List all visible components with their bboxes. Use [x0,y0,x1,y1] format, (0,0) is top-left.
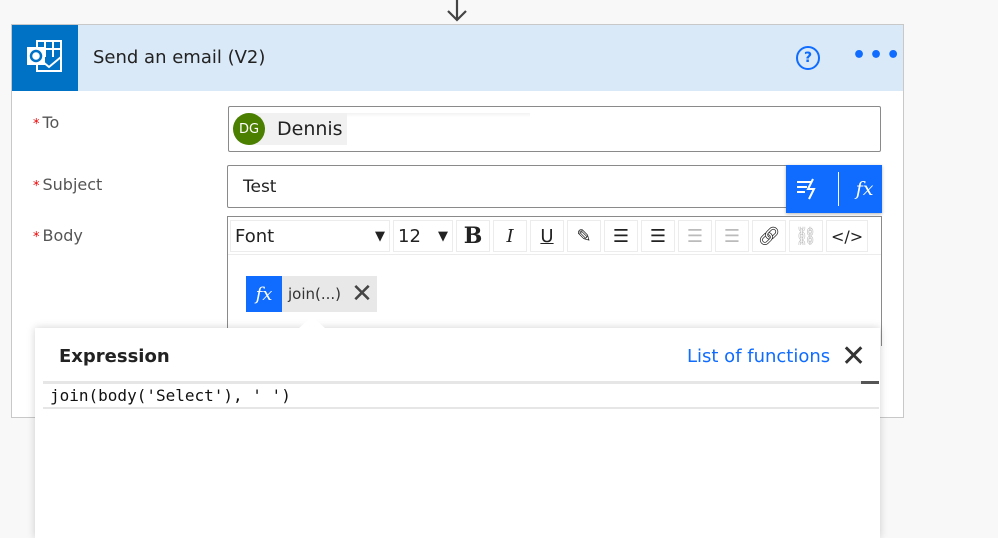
expression-title: Expression [59,346,170,367]
indent-icon[interactable]: ☰ [678,220,712,252]
fx-icon: fx [246,276,282,312]
font-value: Font [235,225,275,247]
action-header[interactable]: Send an email (V2) ? ••• [12,25,903,91]
expression-fx-icon[interactable]: fx [856,178,874,200]
dynamic-content-panel: fx [786,165,882,213]
font-size-dropdown[interactable]: 12 ▼ [393,220,453,252]
token-label: join(...) [288,285,342,303]
divider [228,254,881,255]
expression-popup: Expression List of functions ✕ join(body… [35,328,880,538]
required-marker: * [33,230,40,245]
scrollbar[interactable] [861,381,879,384]
expression-token[interactable]: fx join(...) ✕ [246,276,378,312]
arrow-down-icon [447,0,467,22]
numbered-list-icon[interactable]: ☰ [641,220,675,252]
recipient-name: Dennis [277,118,343,140]
subject-input[interactable]: Test [227,165,881,208]
chevron-down-icon: ▼ [438,228,448,244]
action-title: Send an email (V2) [93,47,266,68]
subject-label-text: Subject [42,175,103,194]
outlook-icon [12,25,78,91]
underline-button[interactable]: U [530,220,564,252]
list-of-functions-link[interactable]: List of functions [687,346,830,367]
recipient-chip[interactable]: DG Dennis [233,113,347,145]
subject-value: Test [243,177,277,197]
link-icon[interactable]: 🔗︎ [752,220,786,252]
required-marker: * [33,179,40,194]
body-label-text: Body [42,226,83,245]
editor-toolbar: Font ▼ 12 ▼ B I U ✎ ☰ ☰ ☰ ☰ 🔗︎ ⛓︎ </> [230,220,869,252]
to-label-text: To [42,113,60,132]
more-options-icon[interactable]: ••• [852,43,903,68]
chevron-down-icon: ▼ [375,228,385,244]
unlink-icon[interactable]: ⛓︎ [789,220,823,252]
divider [837,172,839,206]
highlight-pen-icon[interactable]: ✎ [567,220,601,252]
dynamic-content-icon[interactable] [795,177,821,201]
popup-pointer [298,316,326,329]
font-dropdown[interactable]: Font ▼ [230,220,390,252]
bullet-list-icon[interactable]: ☰ [604,220,638,252]
expression-input[interactable]: join(body('Select'), ' ') [43,381,879,409]
avatar: DG [233,113,265,145]
close-icon[interactable]: ✕ [347,276,377,312]
subject-label: * Subject [33,175,102,194]
body-label: * Body [33,226,83,245]
close-icon[interactable]: ✕ [841,339,866,374]
outdent-icon[interactable]: ☰ [715,220,749,252]
to-field[interactable]: DG Dennis [228,106,881,152]
required-marker: * [33,117,40,132]
help-icon[interactable]: ? [796,46,820,70]
bold-button[interactable]: B [456,220,490,252]
font-size-value: 12 [398,225,421,247]
code-view-button[interactable]: </> [826,220,869,252]
to-label: * To [33,113,59,132]
expression-value: join(body('Select'), ' ') [50,386,291,405]
italic-button[interactable]: I [493,220,527,252]
chip-shadow [347,113,530,117]
